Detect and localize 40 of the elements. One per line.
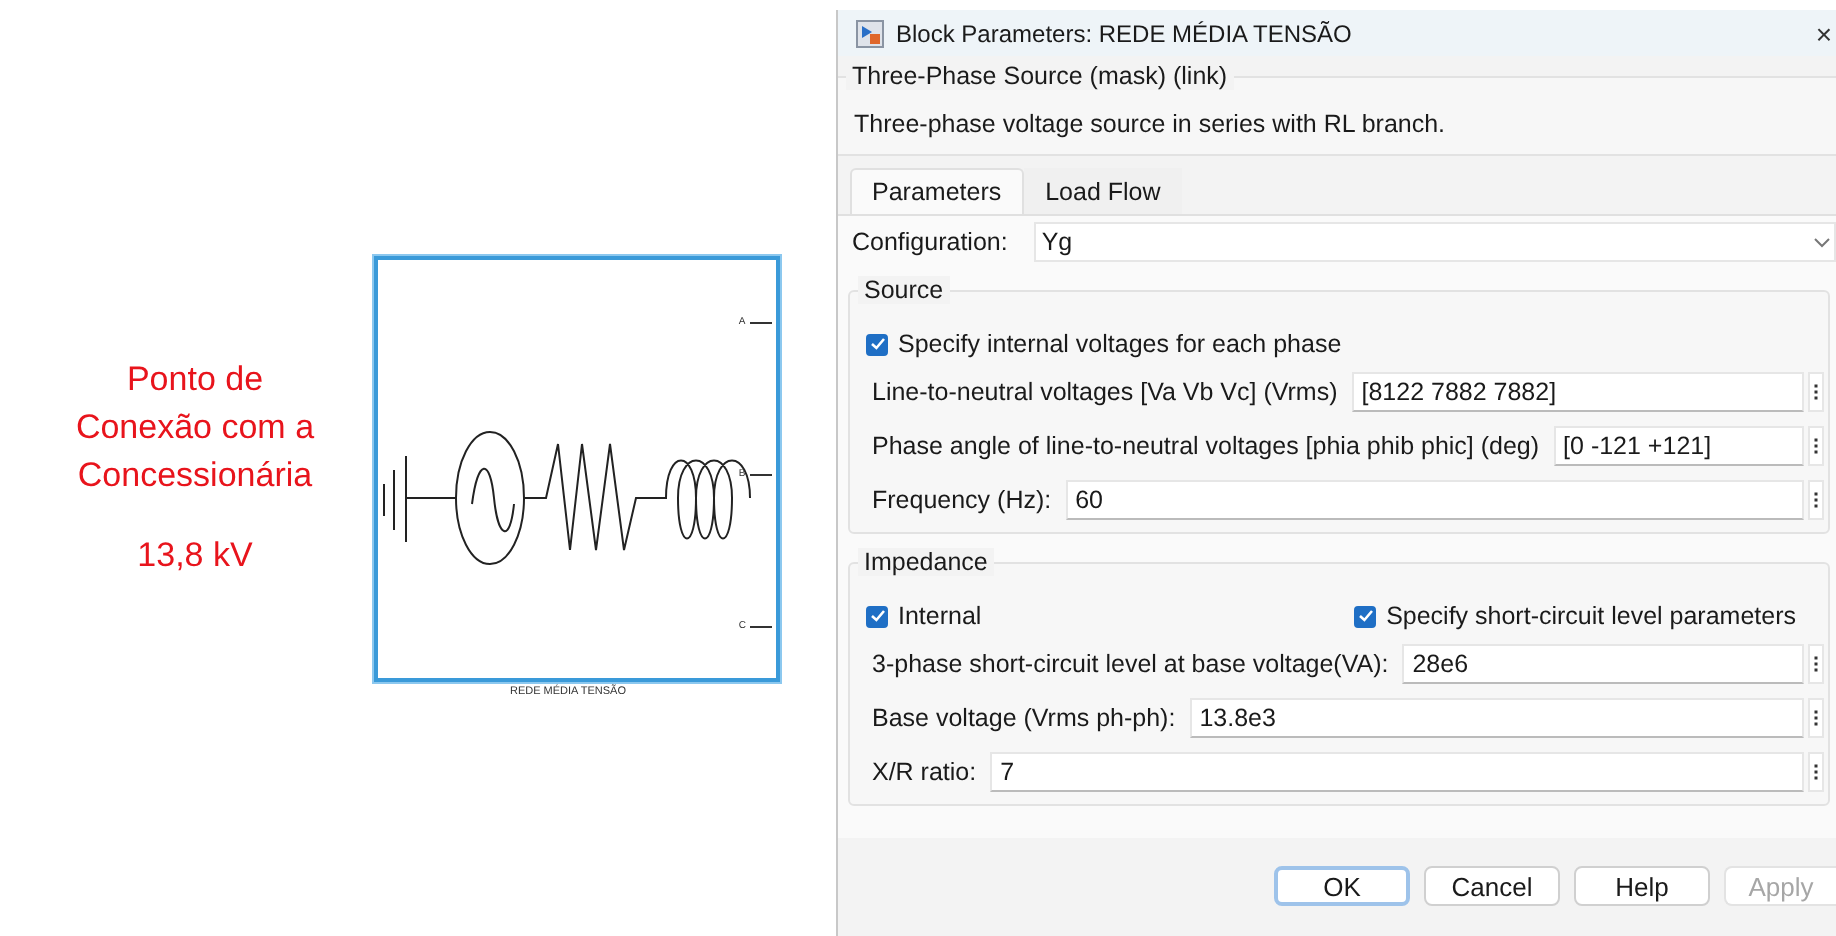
close-button[interactable]: × — [1815, 17, 1836, 49]
field-label: Phase angle of line-to-neutral voltages [phia phib phic] (deg) — [870, 432, 1540, 460]
input-field[interactable]: 28e6 — [1402, 644, 1804, 684]
more-options-icon[interactable] — [1808, 480, 1824, 520]
checkbox[interactable] — [866, 333, 888, 355]
input-field[interactable]: [0 -121 +121] — [1553, 426, 1804, 466]
input-field[interactable]: 60 — [1065, 480, 1804, 520]
more-options-icon[interactable] — [1808, 426, 1824, 466]
input-field[interactable]: [8122 7882 7882] — [1351, 372, 1804, 412]
field-label: Configuration: — [850, 228, 1008, 256]
voltage-text: 13,8 kV — [135, 534, 255, 578]
input-field[interactable]: 13.8e3 — [1189, 698, 1804, 738]
checkbox-label: Specify internal voltages for each phase — [898, 330, 1342, 358]
more-options-icon[interactable] — [1808, 698, 1824, 738]
dialog-button[interactable]: Cancel — [1424, 866, 1560, 906]
tab[interactable]: Parameters — [850, 168, 1024, 214]
dialog-button[interactable]: Help — [1574, 866, 1710, 906]
checkbox[interactable] — [866, 605, 888, 627]
field-label: Base voltage (Vrms ph-ph): — [870, 704, 1176, 732]
dialog-button[interactable]: OK — [1274, 866, 1410, 906]
more-options-icon[interactable] — [1808, 372, 1824, 412]
chevron-down-icon — [1814, 237, 1830, 247]
description-text: Three-phase voltage source in series with RL branch. — [854, 110, 1448, 138]
configuration-dropdown[interactable]: Yg — [1033, 222, 1836, 262]
input-field[interactable]: 7 — [990, 752, 1804, 792]
checkbox[interactable] — [1354, 605, 1377, 627]
checkbox-label: Internal — [898, 602, 982, 630]
group-title: Impedance — [858, 548, 994, 576]
field-label: X/R ratio: — [870, 758, 977, 786]
annotation-text: Ponto de Conexão com a Concessionária — [73, 358, 317, 498]
app-icon — [856, 19, 884, 47]
field-label: 3-phase short-circuit level at base voltage(VA): — [870, 650, 1389, 678]
more-options-icon[interactable] — [1808, 644, 1824, 684]
field-label: Line-to-neutral voltages [Va Vb Vc] (Vrms) — [870, 378, 1338, 406]
window-title: Block Parameters: REDE MÉDIA TENSÃO — [896, 19, 1354, 47]
checkbox-label: Specify short-circuit level parameters — [1386, 602, 1796, 630]
group-title: Source — [858, 276, 950, 304]
more-options-icon[interactable] — [1808, 752, 1824, 792]
field-label: Frequency (Hz): — [870, 486, 1052, 514]
group-title: Three-Phase Source (mask) (link) — [846, 62, 1234, 90]
